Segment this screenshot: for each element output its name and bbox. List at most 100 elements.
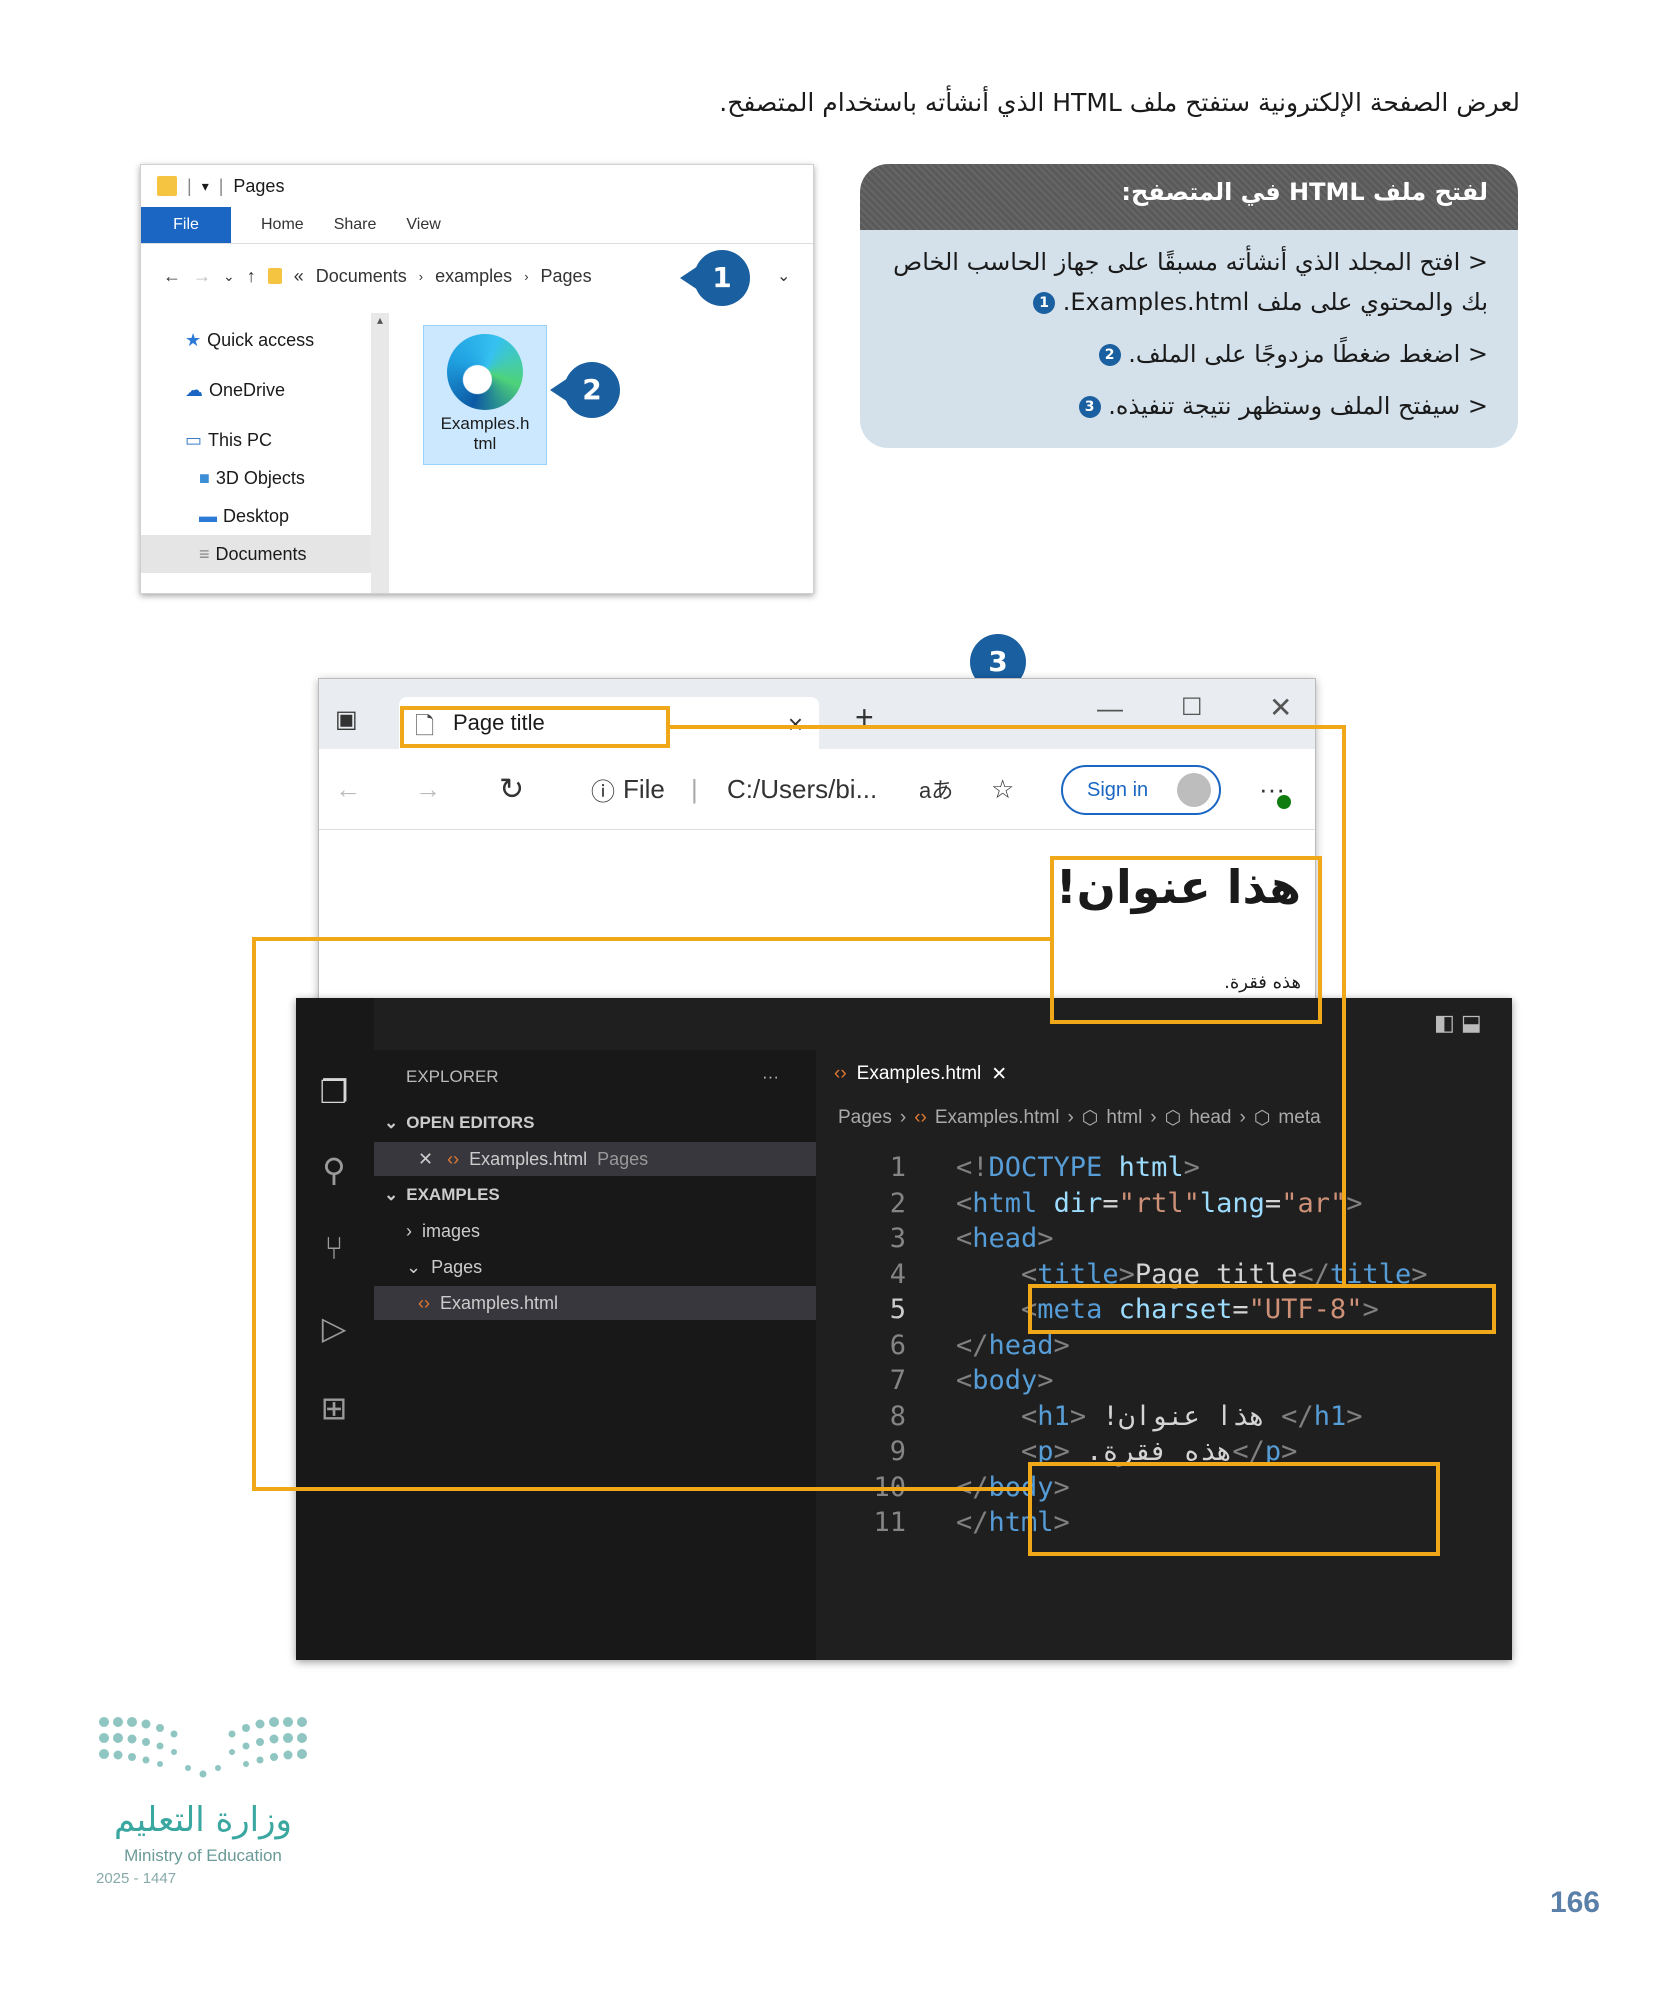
- element-icon: ⬡: [1081, 1107, 1099, 1129]
- code-token: head: [988, 1329, 1054, 1361]
- chevron-right-icon: ›: [406, 1220, 412, 1241]
- favorite-icon[interactable]: ☆: [991, 774, 1014, 805]
- examples-html-file[interactable]: Examples.h tml: [423, 325, 547, 465]
- run-debug-icon[interactable]: ▷: [314, 1308, 354, 1348]
- examples-label: EXAMPLES: [406, 1185, 500, 1204]
- edge-icon: [447, 334, 523, 410]
- folder-icon: [157, 176, 177, 196]
- address-overflow[interactable]: «: [294, 266, 304, 287]
- breadcrumb-item[interactable]: Examples.html: [935, 1107, 1060, 1129]
- source-control-icon[interactable]: ⑂: [314, 1228, 354, 1268]
- nav-quick-access[interactable]: ★ Quick access: [141, 321, 389, 359]
- nav-this-pc[interactable]: ▭ This PC: [141, 421, 389, 459]
- code-token: <: [956, 1223, 973, 1254]
- address-crumb-documents[interactable]: Documents: [316, 266, 407, 287]
- tree-item-images[interactable]: › images: [374, 1214, 848, 1248]
- connector-line: [670, 725, 1346, 729]
- scroll-up-icon[interactable]: ▴: [371, 313, 389, 327]
- step-text: افتح المجلد الذي أنشأته مسبقًا على جهاز …: [893, 248, 1488, 316]
- info-icon[interactable]: ⓘ: [591, 772, 615, 807]
- nav-desktop[interactable]: ▬ Desktop: [141, 497, 389, 535]
- examples-folder-section[interactable]: ⌄ EXAMPLES: [374, 1178, 826, 1212]
- code-token: DOCTYPE: [988, 1152, 1103, 1183]
- layout-toggle-icons[interactable]: ◧ ⬓: [1434, 1010, 1482, 1036]
- instruction-step: < سيفتح الملف وستظهر نتيجة تنفيذه. 3: [880, 386, 1488, 426]
- code-token: >: [1037, 1223, 1054, 1254]
- sign-in-button[interactable]: Sign in: [1061, 765, 1221, 815]
- code-token: </: [956, 1329, 989, 1361]
- maximize-icon[interactable]: ☐: [1181, 693, 1203, 722]
- ribbon-file-tab[interactable]: File: [141, 207, 231, 243]
- nav-label: This PC: [208, 429, 273, 450]
- nav-label: OneDrive: [209, 379, 286, 400]
- intro-text: لعرض الصفحة الإلكترونية ستفتح ملف HTML ا…: [719, 88, 1520, 117]
- explorer-ribbon: File Home Share View: [141, 207, 813, 244]
- address-crumb-examples[interactable]: examples: [435, 266, 512, 287]
- search-icon[interactable]: ⚲: [314, 1150, 354, 1190]
- back-icon[interactable]: ←: [335, 774, 361, 805]
- cube-icon: ■: [199, 467, 210, 488]
- minimize-icon[interactable]: —: [1097, 693, 1123, 724]
- code-token: "rtl": [1118, 1187, 1200, 1219]
- element-icon: ⬡: [1253, 1107, 1271, 1129]
- connector-line: [252, 1487, 1030, 1491]
- explorer-label: EXPLORER: [406, 1067, 499, 1086]
- address-dropdown-icon[interactable]: ⌄: [777, 266, 790, 286]
- up-arrow-icon[interactable]: ↑: [247, 266, 256, 287]
- forward-icon[interactable]: →: [415, 774, 441, 805]
- open-file-name: Examples.html: [469, 1148, 588, 1169]
- url-input[interactable]: C:/Users/bi...: [727, 774, 877, 805]
- breadcrumb-item[interactable]: html: [1106, 1107, 1142, 1129]
- ribbon-share-tab[interactable]: Share: [334, 216, 377, 234]
- connector-line: [252, 937, 256, 1491]
- ribbon-view-tab[interactable]: View: [406, 216, 440, 234]
- back-arrow-icon[interactable]: ←: [163, 266, 181, 287]
- instruction-step: < افتح المجلد الذي أنشأته مسبقًا على جها…: [880, 242, 1488, 322]
- explorer-more-icon[interactable]: ···: [762, 1067, 779, 1087]
- read-aloud-icon[interactable]: aあ: [919, 773, 953, 805]
- open-editor-item[interactable]: ✕ ‹› Examples.html Pages: [374, 1142, 860, 1176]
- file-explorer-window: | ▾ | Pages File Home Share View ← → ⌄ ↑…: [140, 164, 814, 594]
- code-token: </: [1281, 1400, 1314, 1432]
- tree-item-pages[interactable]: ⌄ Pages: [374, 1250, 848, 1284]
- nav-scrollbar[interactable]: ▴: [371, 313, 389, 593]
- breadcrumb-item[interactable]: Pages: [838, 1107, 892, 1129]
- refresh-icon[interactable]: ↻: [499, 772, 524, 807]
- close-window-icon[interactable]: ✕: [1269, 691, 1292, 724]
- crumb-chevron-icon: ›: [1239, 1107, 1246, 1128]
- recent-dropdown-icon[interactable]: ⌄: [223, 268, 235, 285]
- new-tab-icon[interactable]: +: [855, 699, 874, 736]
- extensions-icon[interactable]: ⊞: [314, 1388, 354, 1428]
- code-editor: ‹› Examples.html ✕ Pages › ‹› Examples.htm…: [816, 1050, 1512, 1660]
- breadcrumb-item[interactable]: meta: [1278, 1107, 1320, 1129]
- nav-documents[interactable]: ≡ Documents: [141, 535, 389, 573]
- html-file-icon: ‹›: [914, 1107, 927, 1128]
- explorer-icon[interactable]: ❐: [314, 1072, 354, 1112]
- code-token: <!: [956, 1152, 989, 1183]
- callout-2: 2: [564, 362, 620, 418]
- nav-3d-objects[interactable]: ■ 3D Objects: [141, 459, 389, 497]
- ribbon-home-tab[interactable]: Home: [261, 216, 304, 234]
- chevron-down-icon: ⌄: [384, 1185, 399, 1204]
- editor-tab[interactable]: ‹› Examples.html ✕: [816, 1050, 1007, 1098]
- code-token: <: [956, 1187, 973, 1219]
- tab-actions-icon[interactable]: ▣: [335, 705, 358, 734]
- code-token: !هذا عنوان: [1102, 1400, 1282, 1432]
- forward-arrow-icon[interactable]: →: [193, 266, 211, 287]
- tree-item-examples-html[interactable]: ‹› Examples.html: [374, 1286, 860, 1320]
- address-crumb-pages[interactable]: Pages: [541, 266, 592, 287]
- ministry-logo-dots: [99, 1717, 307, 1778]
- qat-dropdown-icon[interactable]: ▾: [202, 178, 209, 195]
- breadcrumb-item[interactable]: head: [1189, 1107, 1231, 1129]
- code-token: =: [1102, 1187, 1119, 1219]
- nav-onedrive[interactable]: ☁ OneDrive: [141, 371, 389, 409]
- ministry-name-en: Ministry of Education: [124, 1846, 282, 1865]
- open-editors-section[interactable]: ⌄ OPEN EDITORS: [374, 1106, 826, 1140]
- html-file-icon: ‹›: [447, 1148, 460, 1169]
- close-icon[interactable]: ✕: [418, 1149, 433, 1170]
- url-scheme: File: [623, 773, 665, 804]
- tab-close-icon[interactable]: ✕: [991, 1063, 1007, 1086]
- connector-line: [252, 937, 1052, 941]
- code-token: h1: [1313, 1400, 1347, 1432]
